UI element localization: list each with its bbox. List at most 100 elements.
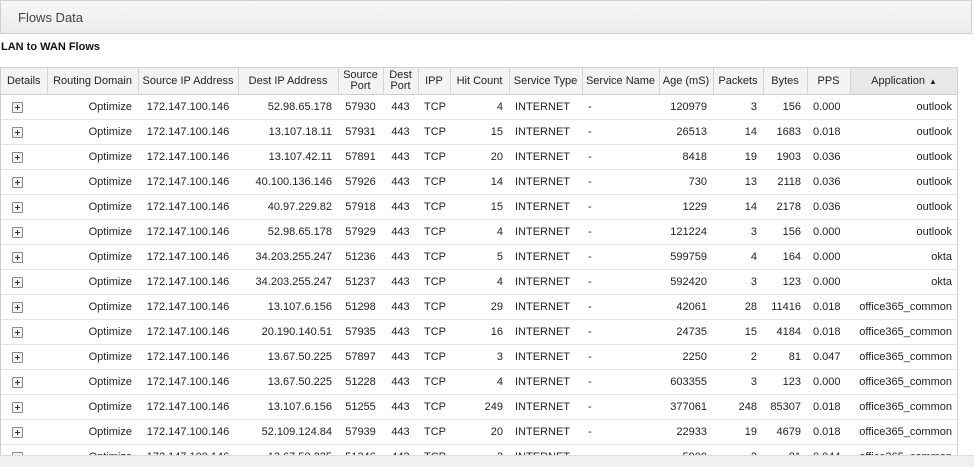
expand-row-icon[interactable]: [12, 176, 23, 188]
column-header-application[interactable]: Application ▲: [850, 68, 957, 95]
service-type-cell: INTERNET: [509, 294, 582, 320]
table-row[interactable]: Optimize 172.147.100.146 13.107.6.156 51255…: [1, 394, 957, 420]
column-header-service-name[interactable]: Service Name: [582, 68, 660, 95]
bytes-cell: 81: [763, 344, 807, 370]
details-cell: [1, 244, 47, 270]
expand-row-icon[interactable]: [12, 101, 23, 113]
table-row[interactable]: Optimize 172.147.100.146 13.67.50.225 57897…: [1, 344, 957, 370]
column-header-source-ip[interactable]: Source IP Address: [138, 68, 239, 95]
column-header-routing-domain[interactable]: Routing Domain: [47, 68, 139, 95]
source-ip-cell: 172.147.100.146: [138, 94, 238, 120]
source-ip-cell: 172.147.100.146: [138, 344, 238, 370]
expand-row-icon[interactable]: [12, 251, 23, 263]
service-type-cell: INTERNET: [509, 94, 582, 120]
expand-row-icon[interactable]: [12, 226, 23, 238]
expand-row-icon[interactable]: [12, 151, 23, 163]
hit-count-cell: 4: [450, 219, 509, 245]
service-name-cell: -: [582, 319, 659, 345]
table-row[interactable]: Optimize 172.147.100.146 20.190.140.51 5793…: [1, 319, 957, 345]
packets-cell: 3: [713, 94, 763, 120]
column-header-bytes[interactable]: Bytes: [763, 68, 808, 95]
hit-count-cell: 4: [450, 94, 509, 120]
packets-cell: 4: [713, 244, 763, 270]
source-ip-cell: 172.147.100.146: [138, 244, 238, 270]
expand-row-icon[interactable]: [12, 201, 23, 213]
hit-count-cell: 4: [450, 369, 509, 395]
source-ip-cell: 172.147.100.146: [138, 269, 238, 295]
service-type-cell: INTERNET: [509, 219, 582, 245]
details-cell: [1, 144, 47, 170]
ipp-cell: TCP: [418, 419, 450, 445]
dest-ip-cell: 52.98.65.178: [238, 219, 338, 245]
column-header-dest-port[interactable]: Dest Port: [383, 68, 419, 95]
pps-cell: 0.000: [807, 94, 850, 120]
ipp-cell: TCP: [418, 219, 450, 245]
bytes-cell: 123: [763, 269, 807, 295]
routing-domain-cell: Optimize: [47, 419, 138, 445]
source-ip-cell: 172.147.100.146: [138, 169, 238, 195]
dest-ip-cell: 20.190.140.51: [238, 319, 338, 345]
age-cell: 24735: [659, 319, 713, 345]
service-name-cell: -: [582, 344, 659, 370]
table-row[interactable]: Optimize172.147.100.14613.67.50.22551346…: [1, 444, 957, 455]
expand-row-icon[interactable]: [12, 376, 23, 388]
table-row[interactable]: Optimize 172.147.100.146 52.98.65.178 57930…: [1, 94, 957, 120]
packets-cell: 19: [713, 419, 763, 445]
service-name-cell: -: [582, 169, 659, 195]
dest-port-cell: 443: [383, 294, 418, 320]
expand-row-icon[interactable]: [12, 426, 23, 438]
table-row[interactable]: Optimize 172.147.100.146 52.109.124.84 5793…: [1, 419, 957, 445]
table-row[interactable]: Optimize 172.147.100.146 13.107.18.11 57931…: [1, 119, 957, 145]
service-name-cell: -: [582, 394, 659, 420]
packets-cell: 248: [713, 394, 763, 420]
expand-row-icon[interactable]: [12, 276, 23, 288]
vertical-scrollbar-track[interactable]: [958, 67, 974, 455]
column-header-ipp[interactable]: IPP: [418, 68, 451, 95]
age-cell: 120979: [659, 94, 713, 120]
column-header-source-port[interactable]: Source Port: [338, 68, 384, 95]
packets-cell: 14: [713, 119, 763, 145]
packets-cell: 2: [713, 444, 763, 455]
service-type-cell: INTERNET: [509, 144, 582, 170]
ipp-cell: TCP: [418, 194, 450, 220]
expand-row-icon[interactable]: [12, 351, 23, 363]
expand-row-icon[interactable]: [12, 126, 23, 138]
table-row[interactable]: Optimize 172.147.100.146 52.98.65.178 57929…: [1, 219, 957, 245]
column-header-service-type[interactable]: Service Type: [509, 68, 583, 95]
expand-row-icon[interactable]: [12, 401, 23, 413]
table-row[interactable]: Optimize 172.147.100.146 13.67.50.225 51228…: [1, 369, 957, 395]
age-cell: 22933: [659, 419, 713, 445]
table-row[interactable]: Optimize 172.147.100.146 34.203.255.247 512…: [1, 244, 957, 270]
bytes-cell: 2118: [763, 169, 807, 195]
column-header-hit-count[interactable]: Hit Count: [450, 68, 510, 95]
ipp-cell: TCP: [418, 394, 450, 420]
dest-port-cell: 443: [383, 344, 418, 370]
table-row[interactable]: Optimize 172.147.100.146 40.97.229.82 57918…: [1, 194, 957, 220]
column-header-age[interactable]: Age (mS): [659, 68, 714, 95]
table-row[interactable]: Optimize 172.147.100.146 40.100.136.146 579…: [1, 169, 957, 195]
table-row[interactable]: Optimize 172.147.100.146 13.107.6.156 51298…: [1, 294, 957, 320]
table-row[interactable]: Optimize 172.147.100.146 34.203.255.247 512…: [1, 269, 957, 295]
table-row[interactable]: Optimize 172.147.100.146 13.107.42.11 57891…: [1, 144, 957, 170]
hit-count-cell: 29: [450, 294, 509, 320]
column-header-packets[interactable]: Packets: [713, 68, 764, 95]
ipp-cell: TCP: [418, 294, 450, 320]
column-header-dest-ip[interactable]: Dest IP Address: [238, 68, 339, 95]
dest-port-cell: 443: [383, 169, 418, 195]
expand-row-icon[interactable]: [12, 301, 23, 313]
age-cell: 42061: [659, 294, 713, 320]
table-header-row: Details Routing Domain Source IP Address…: [1, 68, 957, 95]
source-port-cell: 57918: [338, 194, 383, 220]
details-cell: [1, 219, 47, 245]
expand-row-icon[interactable]: [12, 326, 23, 338]
routing-domain-cell: Optimize: [47, 144, 138, 170]
hit-count-cell: 3: [450, 444, 509, 455]
column-header-details[interactable]: Details: [1, 68, 48, 95]
column-header-pps[interactable]: PPS: [807, 68, 851, 95]
service-type-cell: INTERNET: [509, 344, 582, 370]
service-name-cell: -: [582, 369, 659, 395]
hit-count-cell: 20: [450, 144, 509, 170]
routing-domain-cell: Optimize: [47, 119, 138, 145]
bytes-cell: 4679: [763, 419, 807, 445]
bytes-cell: 1683: [763, 119, 807, 145]
